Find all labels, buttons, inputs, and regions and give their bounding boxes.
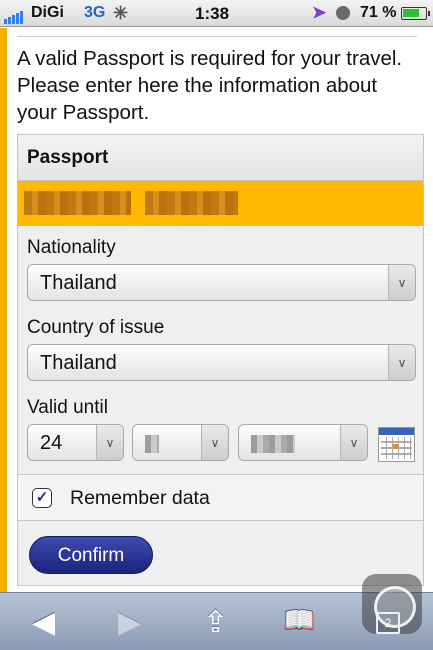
share-icon[interactable]: ⇪ xyxy=(203,605,228,640)
redacted-name-last xyxy=(145,191,238,215)
remember-data-label: Remember data xyxy=(70,487,210,509)
redacted-month xyxy=(145,434,159,453)
chevron-down-icon: ∨ xyxy=(201,425,228,460)
country-of-issue-select[interactable]: Thailand ∨ xyxy=(27,344,416,381)
country-of-issue-value: Thailand xyxy=(40,352,117,374)
passport-title: Passport xyxy=(18,135,423,181)
confirm-button[interactable]: Confirm xyxy=(29,536,153,574)
left-accent-bar xyxy=(0,28,7,592)
nationality-value: Thailand xyxy=(40,272,117,294)
intro-text: A valid Passport is required for your tr… xyxy=(17,36,417,126)
chevron-down-icon: ∨ xyxy=(388,265,415,300)
signal-icon xyxy=(4,6,24,24)
valid-day-select[interactable]: 24 ∨ xyxy=(27,424,124,461)
passenger-name-bar[interactable] xyxy=(18,181,423,226)
remember-data-row[interactable]: ✓ Remember data xyxy=(18,475,423,520)
battery-icon xyxy=(401,7,430,20)
carrier-name: DiGi xyxy=(31,4,64,21)
status-time: 1:38 xyxy=(195,4,230,23)
chevron-down-icon: ∨ xyxy=(96,425,123,460)
calendar-icon[interactable] xyxy=(378,427,415,462)
remember-data-checkbox[interactable]: ✓ xyxy=(32,488,52,508)
valid-until-label: Valid until xyxy=(27,397,108,418)
valid-year-select[interactable]: ∨ xyxy=(238,424,368,461)
clock-icon xyxy=(336,6,350,20)
country-of-issue-label: Country of issue xyxy=(27,317,165,338)
divider xyxy=(18,520,423,521)
redacted-name-first xyxy=(24,191,131,215)
nationality-label: Nationality xyxy=(27,237,116,258)
chevron-down-icon: ∨ xyxy=(388,345,415,380)
valid-day-value: 24 xyxy=(40,432,63,454)
nationality-select[interactable]: Thailand ∨ xyxy=(27,264,416,301)
redacted-year xyxy=(251,434,295,453)
location-icon: ➤ xyxy=(312,3,327,22)
back-icon[interactable]: ◀ xyxy=(32,605,55,640)
passport-panel: Passport Nationality Thailand ∨ Country … xyxy=(17,134,424,586)
forward-icon[interactable]: ▶ xyxy=(118,605,141,640)
network-type: 3G xyxy=(84,4,106,21)
pages-icon[interactable]: 2 xyxy=(376,612,400,634)
battery-percent: 71 % xyxy=(360,4,397,21)
bookmarks-icon[interactable]: 📖 xyxy=(283,605,315,636)
activity-spinner-icon: ✳ xyxy=(113,3,129,23)
valid-month-select[interactable]: ∨ xyxy=(132,424,229,461)
chevron-down-icon: ∨ xyxy=(340,425,367,460)
status-bar: DiGi 3G ✳ 1:38 ➤ 71 % xyxy=(0,0,433,27)
